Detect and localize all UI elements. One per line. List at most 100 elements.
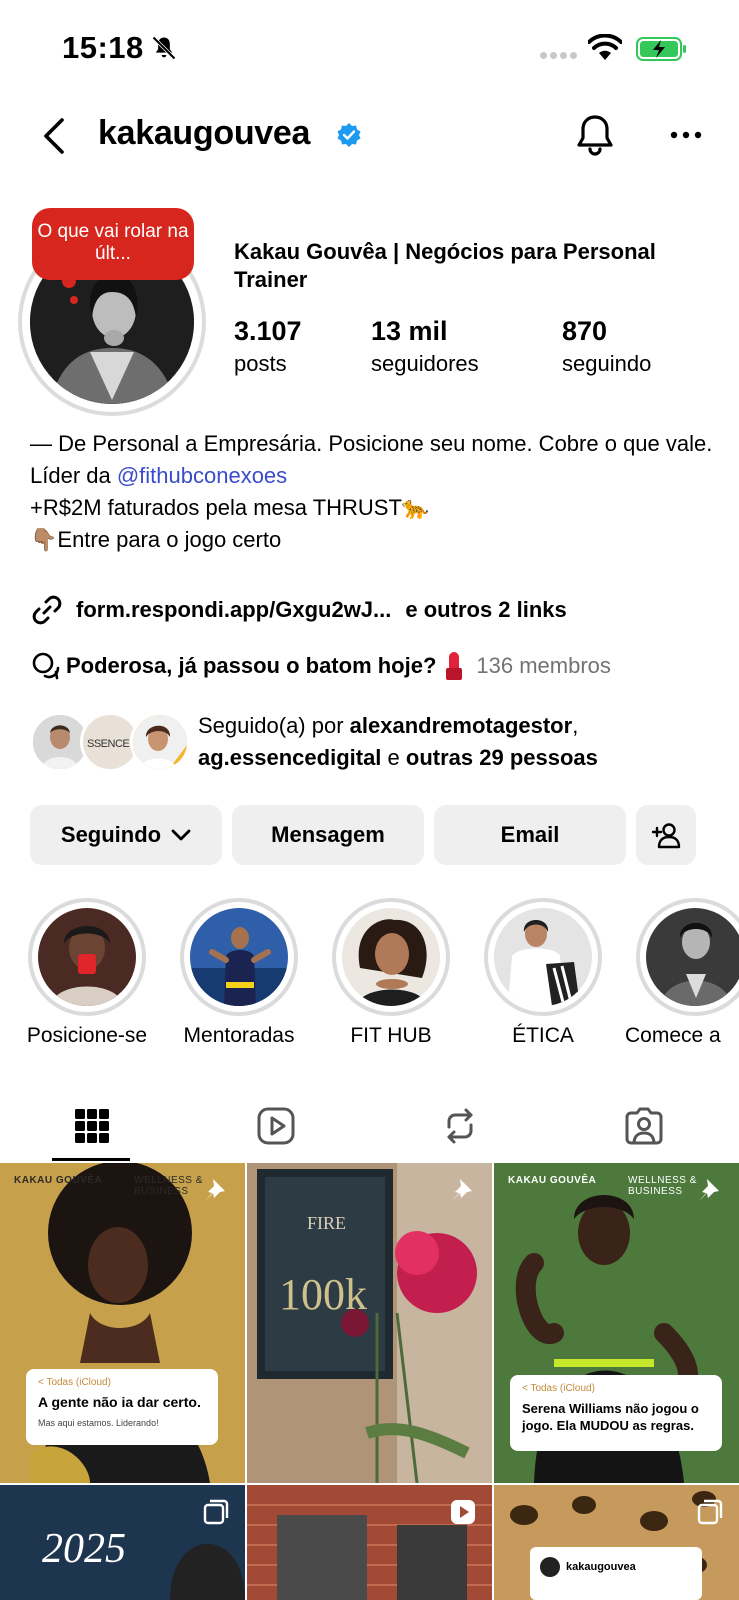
suggest-people-button[interactable] bbox=[636, 805, 696, 865]
add-person-icon bbox=[651, 823, 681, 849]
bio-text: Líder da bbox=[30, 463, 117, 488]
stat-followers-value: 13 mil bbox=[371, 316, 448, 346]
status-time: 15:18 bbox=[62, 30, 144, 65]
post-overlay-title: FIRE bbox=[307, 1213, 347, 1233]
post-note-card: < Todas (iCloud) A gente não ia dar cert… bbox=[26, 1369, 218, 1445]
note-card-text: Serena Williams não jogou o jogo. Ela MU… bbox=[522, 1401, 699, 1433]
carousel-icon bbox=[203, 1499, 229, 1525]
post-thumbnail[interactable]: 2025 bbox=[0, 1485, 245, 1600]
highlight-label: FIT HUB bbox=[350, 1024, 432, 1047]
post-overlay-year: 2025 bbox=[42, 1526, 126, 1572]
tagged-person-icon bbox=[625, 1107, 663, 1145]
stat-posts-label: posts bbox=[234, 351, 287, 376]
followed-sep: , bbox=[572, 713, 579, 738]
tab-tagged[interactable] bbox=[552, 1090, 736, 1162]
wifi-icon bbox=[588, 34, 622, 60]
broadcast-channel-row[interactable]: Poderosa, já passou o batom hoje? 136 me… bbox=[30, 648, 611, 684]
bio-line: — De Personal a Empresária. Posicione se… bbox=[30, 431, 713, 456]
post-overlay-number: 100k bbox=[279, 1270, 367, 1319]
pin-icon bbox=[205, 1179, 225, 1201]
active-tab-indicator bbox=[52, 1158, 130, 1161]
story-highlights: Posicione-se Mentoradas FIT HUB ÉTICA Co… bbox=[0, 898, 739, 1058]
post-thumbnail[interactable] bbox=[247, 1485, 492, 1600]
bio-mention-link[interactable]: @fithubconexoes bbox=[117, 463, 287, 488]
tab-reels[interactable] bbox=[184, 1090, 368, 1162]
highlight-label: Mentoradas bbox=[183, 1024, 295, 1047]
profile-header-bar: kakaugouvea bbox=[0, 100, 739, 180]
pin-icon bbox=[452, 1179, 472, 1201]
highlight-cover bbox=[342, 908, 440, 1006]
profile-note-text: O que vai rolar na últ... bbox=[37, 221, 189, 264]
note-card-header: < Todas (iCloud) bbox=[522, 1383, 595, 1394]
tab-grid[interactable] bbox=[0, 1090, 184, 1162]
tab-reposts[interactable] bbox=[368, 1090, 552, 1162]
back-arrow-icon[interactable] bbox=[36, 114, 72, 158]
note-card-subtext: Mas aqui estamos. Liderando! bbox=[38, 1418, 159, 1428]
post-thumbnail[interactable]: FIRE 100k bbox=[247, 1163, 492, 1483]
more-options-icon[interactable] bbox=[666, 120, 706, 150]
followed-user-1: alexandremotagestor bbox=[349, 713, 573, 738]
followed-by-row[interactable]: SSENCE Seguido(a) por alexandremotagesto… bbox=[30, 712, 730, 772]
stat-following[interactable]: 870 seguindo bbox=[562, 316, 651, 377]
profile-content-tabs bbox=[0, 1090, 739, 1162]
highlight-cover bbox=[190, 908, 288, 1006]
bio-line: Líder da @fithubconexoes bbox=[30, 460, 720, 492]
battery-charging-icon bbox=[636, 37, 686, 61]
reel-play-icon bbox=[451, 1500, 475, 1524]
post-note-card: < Todas (iCloud) Serena Williams não jog… bbox=[510, 1375, 722, 1451]
highlight-cover bbox=[646, 908, 739, 1006]
channel-member-count: 136 membros bbox=[476, 653, 611, 678]
stat-following-label: seguindo bbox=[562, 351, 652, 376]
post-overlay-handle: kakaugouvea bbox=[566, 1561, 636, 1573]
profile-bio: — De Personal a Empresária. Posicione se… bbox=[30, 428, 720, 556]
repost-icon bbox=[447, 1108, 473, 1144]
more-links-text[interactable]: e outros 2 links bbox=[405, 597, 566, 623]
stat-posts-value: 3.107 bbox=[234, 316, 302, 346]
verified-badge-icon bbox=[337, 123, 361, 147]
pin-icon bbox=[699, 1179, 719, 1201]
highlight-cover bbox=[38, 908, 136, 1006]
followed-by-text: Seguido(a) por alexandremotagestor, ag.e… bbox=[198, 710, 718, 774]
stat-followers-label: seguidores bbox=[371, 351, 479, 376]
note-bubble-tail bbox=[70, 296, 78, 304]
message-button[interactable]: Mensagem bbox=[232, 805, 424, 865]
channel-chat-icon bbox=[32, 652, 60, 680]
channel-name: Poderosa, já passou o batom hoje? bbox=[66, 653, 437, 678]
profile-action-buttons: Seguindo Mensagem Email bbox=[30, 805, 710, 865]
post-brand: KAKAU GOUVÊA bbox=[14, 1175, 103, 1186]
message-button-label: Mensagem bbox=[271, 822, 385, 847]
stat-followers[interactable]: 13 mil seguidores bbox=[371, 316, 479, 377]
lipstick-icon bbox=[444, 652, 464, 680]
followed-and: e bbox=[381, 745, 406, 770]
posts-grid: KAKAU GOUVÊA WELLNESS & BUSINESS < Todas… bbox=[0, 1163, 739, 1600]
bio-line: 👇🏽Entre para o jogo certo bbox=[30, 527, 282, 552]
following-button[interactable]: Seguindo bbox=[30, 805, 222, 865]
post-thumbnail[interactable]: KAKAU GOUVÊA WELLNESS & BUSINESS < Todas… bbox=[494, 1163, 739, 1483]
cellular-signal-icon bbox=[540, 52, 577, 59]
profile-note-bubble[interactable]: O que vai rolar na últ... bbox=[32, 208, 194, 288]
chevron-down-icon bbox=[171, 829, 191, 841]
followed-prefix: Seguido(a) por bbox=[198, 713, 350, 738]
stat-following-value: 870 bbox=[562, 316, 608, 346]
svg-text:SSENCE: SSENCE bbox=[87, 738, 129, 750]
highlight-label: Comece a bbox=[625, 1024, 721, 1047]
profile-links[interactable]: form.respondi.app/Gxgu2wJ... e outros 2 … bbox=[30, 592, 567, 628]
note-card-header: < Todas (iCloud) bbox=[38, 1377, 111, 1388]
notification-bell-icon[interactable] bbox=[574, 112, 616, 158]
bell-slash-icon bbox=[152, 36, 176, 60]
highlight-cover bbox=[494, 908, 592, 1006]
status-bar: 15:18 bbox=[0, 0, 739, 100]
profile-full-name: Kakau Gouvêa | Negócios para Personal Tr… bbox=[234, 239, 656, 292]
carousel-icon bbox=[697, 1499, 723, 1525]
post-thumbnail[interactable]: kakaugouvea bbox=[494, 1485, 739, 1600]
grid-icon bbox=[75, 1109, 109, 1143]
profile-link-text[interactable]: form.respondi.app/Gxgu2wJ... bbox=[76, 597, 391, 623]
email-button[interactable]: Email bbox=[434, 805, 626, 865]
stat-posts[interactable]: 3.107 posts bbox=[234, 316, 302, 377]
profile-username: kakaugouvea bbox=[98, 114, 311, 152]
followed-others: outras 29 pessoas bbox=[405, 745, 598, 770]
post-brand: KAKAU GOUVÊA bbox=[508, 1175, 597, 1186]
highlight-label: ÉTICA bbox=[512, 1024, 574, 1047]
post-thumbnail[interactable]: KAKAU GOUVÊA WELLNESS & BUSINESS < Todas… bbox=[0, 1163, 245, 1483]
reels-icon bbox=[257, 1107, 295, 1145]
